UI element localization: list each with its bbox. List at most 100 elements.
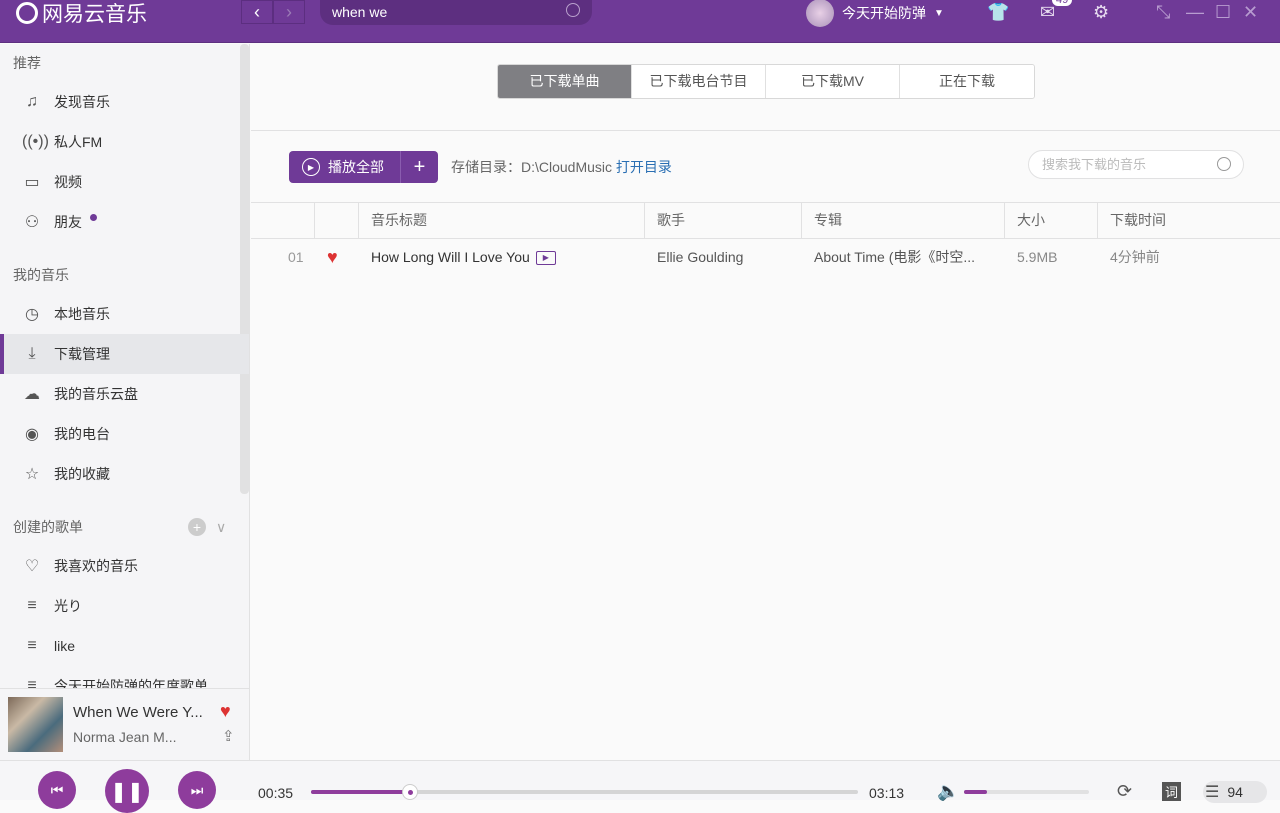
play-icon: ▶ bbox=[302, 158, 320, 176]
now-playing-title[interactable]: When We Were Y... bbox=[73, 704, 203, 721]
forward-button[interactable]: › bbox=[273, 0, 305, 24]
row-size: 5.9MB bbox=[1017, 249, 1058, 265]
back-button[interactable]: ‹ bbox=[241, 0, 273, 24]
row-album[interactable]: About Time (电影《时空... bbox=[802, 247, 1005, 267]
heart-icon[interactable]: ♥ bbox=[315, 247, 359, 268]
storage-label: 存储目录： bbox=[451, 159, 521, 175]
close-icon[interactable]: ✕ bbox=[1243, 2, 1258, 23]
cloud-icon: ☁ bbox=[24, 386, 40, 403]
col-title[interactable]: 音乐标题 bbox=[359, 203, 645, 238]
sidebar-item-playlist[interactable]: ≡ 今天开始防弹的年度歌单 bbox=[0, 666, 249, 688]
sidebar-item-radio[interactable]: ◉ 我的电台 bbox=[0, 414, 249, 454]
sidebar-item-downloads[interactable]: ⤓ 下载管理 bbox=[0, 334, 249, 374]
col-size[interactable]: 大小 bbox=[1005, 203, 1098, 238]
storage-path: D:\CloudMusic bbox=[521, 159, 613, 175]
now-playing[interactable]: When We Were Y... Norma Jean M... ♥ ⇪ bbox=[0, 688, 250, 760]
pause-button[interactable]: ❚❚ bbox=[105, 769, 149, 813]
chevron-down-icon[interactable]: ▼ bbox=[934, 8, 944, 19]
heart-icon: ♡ bbox=[24, 558, 40, 575]
section-playlists: 创建的歌单 + ∨ bbox=[0, 508, 249, 546]
local-music-icon: ◷ bbox=[25, 306, 39, 323]
title-bar: 网易云音乐 ‹ › when we 今天开始防弹 ▼ 👕 ✉ 49 ⚙ ⤡ — ☐… bbox=[0, 0, 1280, 43]
repeat-one-icon[interactable]: ⟳ bbox=[1117, 781, 1132, 802]
sidebar-item-local[interactable]: ◷ 本地音乐 bbox=[0, 294, 249, 334]
player-bar: ⏮ ❚❚ ⏭ 00:35 03:13 🔈 ⟳ 词 ☰ 94 bbox=[0, 760, 1280, 813]
maximize-icon[interactable]: ☐ bbox=[1215, 2, 1231, 23]
sidebar-item-playlist[interactable]: ≡ 光り bbox=[0, 586, 249, 626]
sidebar-item-liked[interactable]: ♡ 我喜欢的音乐 bbox=[0, 546, 249, 586]
sidebar: 推荐 ♫ 发现音乐 ((•)) 私人FM ▭ 视频 ⚇ 朋友 我的音乐 ◷ 本地音乐 ⤓ 下… bbox=[0, 44, 250, 688]
download-search-input[interactable]: 搜索我下载的音乐 bbox=[1028, 150, 1244, 179]
sidebar-item-fm[interactable]: ((•)) 私人FM bbox=[0, 122, 249, 162]
playlist-icon: ≡ bbox=[27, 677, 37, 688]
col-like bbox=[315, 203, 359, 238]
playlist-icon: ≡ bbox=[27, 597, 37, 614]
tab-downloaded-mv[interactable]: 已下载MV bbox=[766, 65, 900, 98]
row-title-cell: How Long Will I Love You ▶ bbox=[359, 249, 645, 266]
now-playing-artist[interactable]: Norma Jean M... bbox=[73, 729, 176, 745]
search-value: when we bbox=[332, 4, 388, 20]
user-menu[interactable]: 今天开始防弹 ▼ bbox=[806, 0, 944, 27]
section-playlists-label: 创建的歌单 bbox=[13, 519, 83, 535]
sidebar-item-video[interactable]: ▭ 视频 bbox=[0, 162, 249, 202]
col-download-time[interactable]: 下载时间 bbox=[1098, 203, 1280, 238]
music-note-icon: ♫ bbox=[26, 93, 38, 110]
sidebar-item-playlist[interactable]: ≡ like bbox=[0, 626, 249, 666]
section-my-music: 我的音乐 bbox=[13, 267, 69, 283]
add-all-button[interactable]: + bbox=[401, 156, 438, 179]
minimize-icon[interactable]: — bbox=[1186, 2, 1204, 23]
sidebar-item-label: 本地音乐 bbox=[54, 306, 110, 322]
sidebar-item-discover[interactable]: ♫ 发现音乐 bbox=[0, 82, 249, 122]
play-all-group: ▶ 播放全部 + bbox=[289, 151, 438, 183]
next-button[interactable]: ⏭ bbox=[178, 771, 216, 809]
gear-icon[interactable]: ⚙ bbox=[1093, 2, 1109, 23]
row-artist[interactable]: Ellie Goulding bbox=[645, 249, 802, 265]
album-cover[interactable] bbox=[8, 697, 63, 752]
collection-icon: ☆ bbox=[24, 466, 40, 483]
add-playlist-icon[interactable]: + bbox=[188, 518, 206, 536]
sidebar-item-label: 我的音乐云盘 bbox=[54, 386, 138, 402]
search-icon[interactable] bbox=[566, 3, 580, 17]
message-badge: 49 bbox=[1052, 0, 1073, 6]
storage-info: 存储目录：D:\CloudMusic 打开目录 bbox=[451, 157, 672, 177]
sidebar-item-label: 下载管理 bbox=[54, 346, 110, 362]
tab-downloaded-songs[interactable]: 已下载单曲 bbox=[498, 65, 632, 98]
sidebar-item-label: 今天开始防弹的年度歌单 bbox=[54, 678, 208, 688]
open-directory-link[interactable]: 打开目录 bbox=[616, 159, 672, 175]
app-logo[interactable]: 网易云音乐 bbox=[16, 0, 147, 26]
share-icon[interactable]: ⇪ bbox=[222, 727, 235, 745]
volume-icon[interactable]: 🔈 bbox=[937, 781, 959, 802]
col-artist[interactable]: 歌手 bbox=[645, 203, 802, 238]
chevron-down-icon[interactable]: ∨ bbox=[216, 508, 226, 546]
app-name: 网易云音乐 bbox=[42, 3, 147, 26]
tab-downloading[interactable]: 正在下载 bbox=[900, 65, 1034, 98]
tab-downloaded-radio[interactable]: 已下载电台节目 bbox=[632, 65, 766, 98]
previous-button[interactable]: ⏮ bbox=[38, 771, 76, 809]
skin-icon[interactable]: 👕 bbox=[987, 2, 1009, 23]
video-icon: ▭ bbox=[24, 174, 40, 191]
netease-logo-icon bbox=[16, 2, 38, 24]
table-row[interactable]: 01 ♥ How Long Will I Love You ▶ Ellie Gou… bbox=[251, 239, 1280, 275]
progress-slider[interactable] bbox=[311, 784, 858, 800]
avatar[interactable] bbox=[806, 0, 834, 27]
heart-icon[interactable]: ♥ bbox=[220, 701, 231, 722]
playlist-icon: ☰ bbox=[1205, 784, 1220, 801]
sidebar-item-friends[interactable]: ⚇ 朋友 bbox=[0, 202, 249, 242]
username[interactable]: 今天开始防弹 bbox=[842, 3, 926, 23]
play-all-label: 播放全部 bbox=[328, 159, 384, 175]
sidebar-item-collection[interactable]: ☆ 我的收藏 bbox=[0, 454, 249, 494]
mail-icon[interactable]: ✉ bbox=[1040, 2, 1055, 23]
mini-mode-icon[interactable]: ⤡ bbox=[1156, 2, 1170, 23]
search-input[interactable]: when we bbox=[320, 0, 592, 25]
progress-knob[interactable] bbox=[402, 784, 418, 800]
volume-slider[interactable] bbox=[964, 790, 1089, 794]
friends-icon: ⚇ bbox=[24, 214, 40, 231]
search-placeholder: 搜索我下载的音乐 bbox=[1042, 157, 1147, 172]
lyrics-button[interactable]: 词 bbox=[1162, 782, 1182, 801]
sidebar-item-cloud[interactable]: ☁ 我的音乐云盘 bbox=[0, 374, 249, 414]
mv-icon[interactable]: ▶ bbox=[535, 251, 556, 266]
search-icon[interactable] bbox=[1217, 157, 1231, 171]
play-all-button[interactable]: ▶ 播放全部 bbox=[289, 151, 401, 183]
playlist-count: 94 bbox=[1227, 784, 1243, 800]
col-album[interactable]: 专辑 bbox=[802, 203, 1005, 238]
